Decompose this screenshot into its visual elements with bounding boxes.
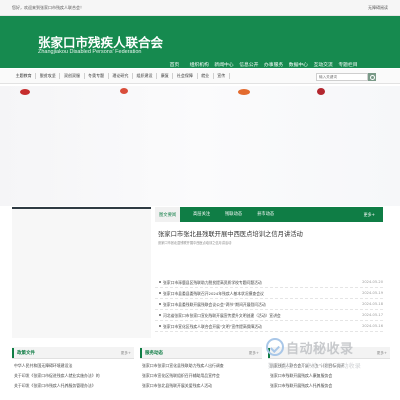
banner-decoration [238, 89, 250, 95]
banner-decoration [317, 88, 325, 95]
news-list-item[interactable]: 张家口市涿鹿县区残联助力脱贫提高资质学校专题问题活动 2024-05-20 [155, 277, 383, 288]
news-summary: 张家口市张北县残联开展中西医点培训之信月讲活动 [158, 241, 232, 245]
section-item[interactable]: 张家口市张家口宣化县残联助力残疾人出行调查 [142, 363, 260, 369]
subnav-item[interactable]: 主题教育 [12, 73, 37, 79]
news-item-title[interactable]: 河北省张家口市张家口宣化残联开展宣传提升文明创建（活动）宣讲会 [163, 313, 323, 319]
main-nav: 首页 组织机构 新闻中心 信息公开 办事服务 数据中心 互动交流 专题栏目 [162, 61, 360, 68]
news-item-title[interactable]: 张家口市宣化区残疾人联合会开展“文明”宣传提高保障活动 [163, 324, 323, 330]
news-headline[interactable]: 张家口市张北县残联开展中西医点培训之信月讲活动 [158, 229, 380, 238]
subnav-item[interactable]: 社会保障 [173, 73, 198, 79]
news-item-date: 2024-05-20 [362, 280, 383, 284]
nav-item-services[interactable]: 办事服务 [261, 61, 286, 68]
section-accent [140, 348, 142, 358]
news-item-date: 2024-05-16 [362, 324, 383, 328]
service-news-section: 服务动态 更多+ 张家口市张家口宣化县残联助力残疾人出行调查 张家口市宣化区残联… [140, 347, 262, 400]
section-header: 政策文件 更多+ [12, 347, 134, 359]
section-accent [12, 348, 14, 358]
nav-item-organization[interactable]: 组织机构 [187, 61, 212, 68]
subnav-item[interactable]: 组织建设 [133, 73, 158, 79]
news-item-date: 2024-05-19 [362, 291, 383, 295]
watermark-slogan: 数上链接一一来访一次一自动收录 [268, 363, 361, 370]
bullet-icon [159, 281, 161, 283]
nav-item-data[interactable]: 数据中心 [286, 61, 311, 68]
subnav-item[interactable]: 康复 [157, 73, 174, 79]
tab-federation-news[interactable]: 残联动态 [225, 211, 242, 217]
section-item[interactable]: 张家口市张北县残联开展关爱残疾人活动 [142, 383, 260, 389]
news-more-link[interactable]: 更多+ [364, 212, 375, 218]
tab-county-news[interactable]: 县市动态 [257, 211, 274, 217]
nav-item-home[interactable]: 首页 [162, 61, 187, 68]
section-more-link[interactable]: 更多+ [249, 351, 259, 356]
nav-item-news[interactable]: 新闻中心 [212, 61, 237, 68]
watermark-brand: 自动秘收录 [286, 342, 354, 357]
watermark-overlay: 自动秘收录 数上链接一一来访一次一自动收录 [266, 334, 384, 384]
news-list-item[interactable]: 河北省张家口市张家口宣化残联开展宣传提升文明创建（活动）宣讲会 2024-05-… [155, 310, 383, 321]
subnav-item[interactable]: 脱贫攻坚 [36, 73, 61, 79]
section-title: 服务动态 [145, 351, 163, 356]
top-utility-bar: 您好，欢迎来到张家口市残疾人联合会！ 无障碍阅读 [0, 0, 400, 16]
section-item[interactable]: 关于印发《张家口市促进残疾人就业实施办法》的 [14, 373, 132, 379]
news-list: 张家口市涿鹿县区残联助力脱贫提高资质学校专题问题活动 2024-05-20 张家… [155, 277, 383, 332]
subnav-item[interactable]: 冬奥专题 [85, 73, 109, 79]
news-list-item[interactable]: 张家口市县委县委残联召开2024年残疾人基本状况摸查会议 2024-05-19 [155, 288, 383, 299]
news-list-item[interactable]: 张家口市县委残联开展残联会议公会“两节”期间开展慰问活动 2024-05-18 [155, 299, 383, 310]
tab-leadership[interactable]: 高层关注 [193, 211, 210, 217]
subnav-item[interactable]: 双创双服 [60, 73, 85, 79]
accessibility-link[interactable]: 无障碍阅读 [368, 5, 388, 11]
news-photo[interactable] [12, 207, 151, 338]
welcome-text: 您好，欢迎来到张家口市残疾人联合会！ [12, 5, 84, 10]
section-item[interactable]: 关于印发《张家口市残疾人托养服务管理办法》 [14, 383, 132, 389]
subnav-item[interactable]: 就业 [198, 73, 214, 79]
news-item-title[interactable]: 张家口市县委县委残联召开2024年残疾人基本状况摸查会议 [163, 291, 323, 297]
section-item[interactable]: 张家口市宣化区残联组织召开辅助用品宣传会 [142, 373, 260, 379]
subnav-item[interactable]: 理论研究 [109, 73, 133, 79]
search-button[interactable] [368, 73, 376, 81]
section-more-link[interactable]: 更多+ [121, 351, 131, 356]
news-tabbar: 图文要闻 高层关注 残联动态 县市动态 更多+ [155, 207, 383, 222]
topic-links: 主题教育 脱贫攻坚 双创双服 冬奥专题 理论研究 组织建设 康复 社会保障 就业… [12, 73, 230, 79]
search-input[interactable] [316, 73, 368, 81]
nav-item-topics[interactable]: 专题栏目 [336, 61, 361, 68]
tab-featured-news[interactable]: 图文要闻 [155, 207, 181, 222]
nav-item-interaction[interactable]: 互动交流 [311, 61, 336, 68]
news-panel: 图文要闻 高层关注 残联动态 县市动态 更多+ 张家口市张北县残联开展中西医点培… [155, 207, 383, 338]
news-item-date: 2024-05-18 [362, 302, 383, 306]
banner-decoration [120, 88, 128, 94]
section-item[interactable]: 中华人民共和国无障碍环境建设法 [14, 363, 132, 369]
site-header: 张家口市残疾人联合会 Zhangjiakou Disabled Persons'… [0, 16, 400, 68]
bullet-icon [159, 314, 161, 316]
banner-image [0, 86, 400, 206]
news-list-item[interactable]: 张家口市宣化区残疾人联合会开展“文明”宣传提高保障活动 2024-05-16 [155, 321, 383, 332]
subnav-item[interactable]: 宣传 [214, 73, 230, 79]
bullet-icon [159, 292, 161, 294]
secondary-nav: 主题教育 脱贫攻坚 双创双服 冬奥专题 理论研究 组织建设 康复 社会保障 就业… [0, 69, 400, 84]
policy-documents-section: 政策文件 更多+ 中华人民共和国无障碍环境建设法 关于印发《张家口市促进残疾人就… [12, 347, 134, 400]
banner-decoration [20, 89, 30, 95]
nav-item-disclosure[interactable]: 信息公开 [236, 61, 261, 68]
news-item-date: 2024-05-17 [362, 313, 383, 317]
bullet-icon [159, 325, 161, 327]
section-header: 服务动态 更多+ [140, 347, 262, 359]
bullet-icon [159, 303, 161, 305]
section-title: 政策文件 [17, 351, 35, 356]
news-item-title[interactable]: 张家口市涿鹿县区残联助力脱贫提高资质学校专题问题活动 [163, 280, 323, 286]
photo-divider [12, 207, 151, 209]
news-item-title[interactable]: 张家口市县委残联开展残联会议公会“两节”期间开展慰问活动 [163, 302, 323, 308]
checkmark-logo-icon [266, 338, 284, 356]
site-title-en: Zhangjiakou Disabled Persons' Federation [38, 49, 142, 55]
